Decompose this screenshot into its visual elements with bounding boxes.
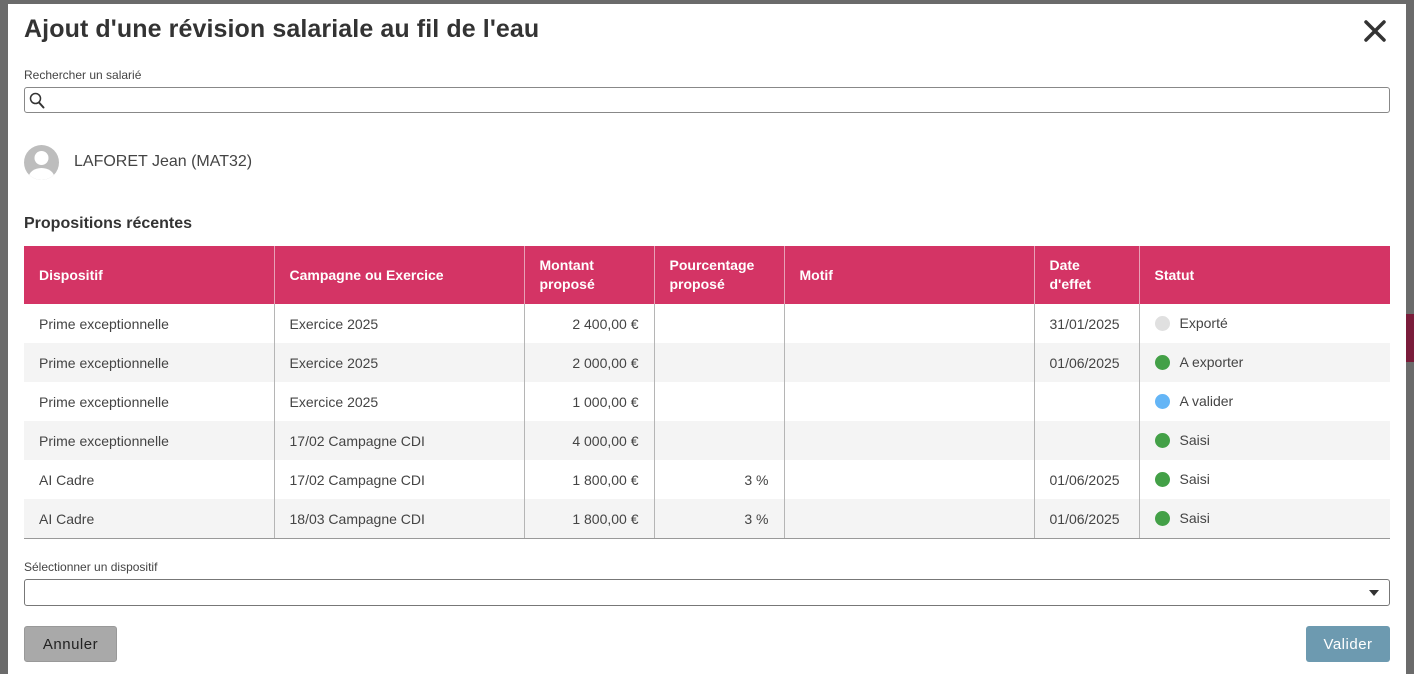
status-label: Saisi — [1179, 510, 1210, 527]
selected-employee: LAFORET Jean (MAT32) — [24, 144, 252, 180]
status-label: A valider — [1179, 393, 1234, 410]
cell-pourcentage — [653, 382, 784, 421]
column-header-campagne[interactable]: Campagne ou Exercice — [273, 246, 524, 304]
cell-campagne: Exercice 2025 — [273, 343, 524, 382]
cell-motif — [783, 499, 1034, 539]
column-header-dispositif[interactable]: Dispositif — [24, 246, 274, 304]
cancel-button[interactable]: Annuler — [24, 626, 117, 662]
cell-montant: 2 400,00 € — [523, 304, 654, 343]
column-header-date[interactable]: Date d'effet — [1033, 246, 1139, 304]
cell-date: 01/06/2025 — [1033, 499, 1139, 539]
cell-campagne: 17/02 Campagne CDI — [273, 421, 524, 460]
cell-date: 31/01/2025 — [1033, 304, 1139, 343]
cell-pourcentage: 3 % — [653, 460, 784, 499]
column-header-motif[interactable]: Motif — [783, 246, 1034, 304]
cell-dispositif: Prime exceptionnelle — [24, 343, 274, 382]
search-field[interactable] — [24, 87, 1390, 113]
modal-title: Ajout d'une révision salariale au fil de… — [24, 15, 540, 43]
cell-statut: Saisi — [1138, 460, 1390, 499]
cell-statut: Saisi — [1138, 421, 1390, 460]
status-dot-icon — [1154, 315, 1170, 331]
status-label: A exporter — [1179, 354, 1244, 371]
status-dot-icon — [1154, 432, 1170, 448]
column-header-pourcentage[interactable]: Pourcentage proposé — [653, 246, 784, 304]
cell-statut: A valider — [1138, 382, 1390, 421]
status-label: Exporté — [1179, 315, 1228, 332]
cell-montant: 4 000,00 € — [523, 421, 654, 460]
employee-name: LAFORET Jean (MAT32) — [74, 153, 253, 170]
validate-button[interactable]: Valider — [1306, 626, 1390, 662]
cell-montant: 2 000,00 € — [523, 343, 654, 382]
column-header-montant[interactable]: Montant proposé — [523, 246, 654, 304]
cell-pourcentage: 3 % — [653, 499, 784, 539]
cell-montant: 1 800,00 € — [523, 499, 654, 539]
cell-montant: 1 800,00 € — [523, 460, 654, 499]
cell-campagne: 18/03 Campagne CDI — [273, 499, 524, 539]
revision-modal: Ajout d'une révision salariale au fil de… — [8, 4, 1406, 674]
cell-statut: Exporté — [1138, 304, 1390, 343]
status-dot-icon — [1154, 354, 1170, 370]
cell-date: 01/06/2025 — [1033, 460, 1139, 499]
cell-date — [1033, 421, 1139, 460]
table-row[interactable]: Prime exceptionnelle Exercice 2025 1 000… — [24, 382, 1390, 421]
status-label: Saisi — [1179, 471, 1210, 488]
dispositif-select[interactable] — [24, 579, 1390, 606]
cell-campagne: Exercice 2025 — [273, 304, 524, 343]
cell-motif — [783, 343, 1034, 382]
cell-date — [1033, 382, 1139, 421]
recent-proposals-table: Dispositif Campagne ou Exercice Montant … — [24, 246, 1390, 539]
cell-dispositif: Prime exceptionnelle — [39, 315, 169, 332]
cell-date: 01/06/2025 — [1033, 343, 1139, 382]
recent-proposals-title: Propositions récentes — [24, 215, 193, 232]
column-header-montant-label: Montant proposé — [539, 257, 595, 292]
table-row[interactable]: Prime exceptionnelle Exercice 2025 2 400… — [24, 304, 1390, 343]
status-label: Saisi — [1179, 432, 1210, 449]
cell-montant: 1 000,00 € — [523, 382, 654, 421]
avatar-icon — [24, 144, 59, 180]
table-row[interactable]: Prime exceptionnelle 17/02 Campagne CDI … — [24, 421, 1390, 460]
cell-campagne: Exercice 2025 — [273, 382, 524, 421]
cell-dispositif: Prime exceptionnelle — [24, 421, 274, 460]
search-label: Rechercher un salarié — [24, 68, 142, 82]
cell-dispositif: AI Cadre — [24, 499, 274, 539]
column-header-pourcentage-label: Pourcentage proposé — [669, 257, 755, 292]
column-header-statut[interactable]: Statut — [1138, 246, 1390, 304]
table-header-row: Dispositif Campagne ou Exercice Montant … — [24, 246, 1390, 304]
cell-motif — [783, 382, 1034, 421]
column-header-date-label: Date d'effet — [1049, 257, 1091, 292]
cell-statut: Saisi — [1138, 499, 1390, 539]
status-dot-icon — [1154, 393, 1170, 409]
cell-dispositif: Prime exceptionnelle — [39, 393, 169, 410]
cell-pourcentage — [653, 304, 784, 343]
cell-motif — [783, 421, 1034, 460]
search-input[interactable] — [49, 90, 1383, 112]
cell-pourcentage — [653, 343, 784, 382]
cell-campagne: 17/02 Campagne CDI — [273, 460, 524, 499]
search-icon — [29, 92, 45, 109]
cell-pourcentage — [653, 421, 784, 460]
table-row[interactable]: AI Cadre 17/02 Campagne CDI 1 800,00 € 3… — [24, 460, 1390, 499]
chevron-down-icon[interactable] — [1369, 590, 1379, 596]
status-dot-icon — [1154, 471, 1170, 487]
status-dot-icon — [1154, 510, 1170, 526]
cell-statut: A exporter — [1138, 343, 1390, 382]
cell-motif — [783, 460, 1034, 499]
dispositif-select-label: Sélectionner un dispositif — [24, 560, 158, 574]
table-row[interactable]: Prime exceptionnelle Exercice 2025 2 000… — [24, 343, 1390, 382]
cell-motif — [783, 304, 1034, 343]
cell-dispositif: AI Cadre — [39, 471, 95, 488]
close-icon[interactable] — [1362, 18, 1388, 44]
table-row[interactable]: AI Cadre 18/03 Campagne CDI 1 800,00 € 3… — [24, 499, 1390, 539]
